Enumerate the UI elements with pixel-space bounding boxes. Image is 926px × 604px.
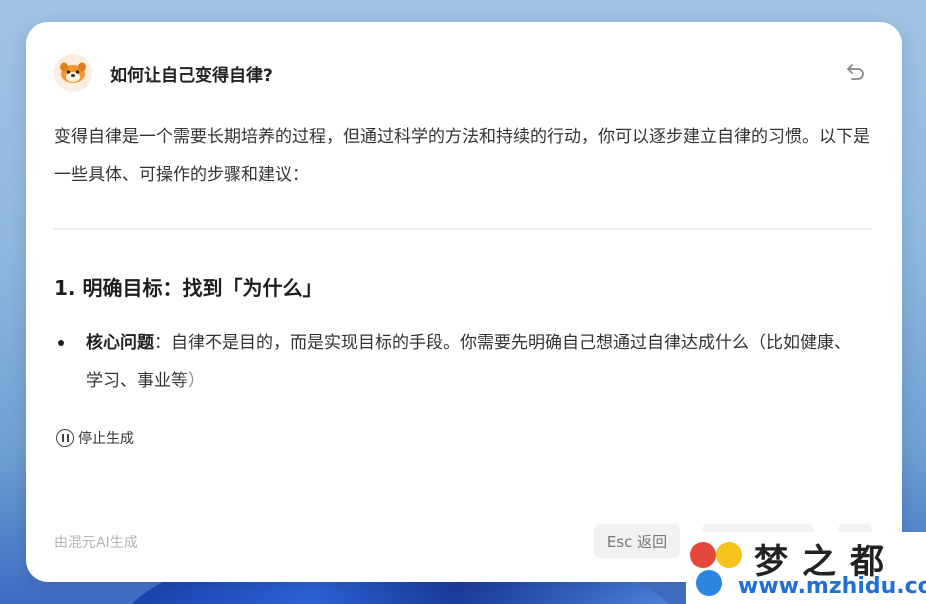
watermark-url: www.mzhidu.com [738, 574, 926, 599]
stop-generating-label: 停止生成 [78, 431, 134, 447]
undo-icon[interactable] [844, 60, 868, 84]
intro-paragraph: 变得自律是一个需要长期培养的过程，但通过科学的方法和持续的行动，你可以逐步建立自… [54, 127, 870, 185]
site-watermark: 梦之都 www.mzhidu.com [686, 532, 926, 604]
answer-intro: 变得自律是一个需要长期培养的过程，但通过科学的方法和持续的行动，你可以逐步建立自… [54, 118, 880, 194]
bullet-streaming-text: 事业等） [137, 371, 205, 391]
bullet-dot [58, 340, 64, 346]
list-item: 核心问题：自律不是目的，而是实现目标的手段。你需要先明确自己想通过自律达成什么（… [58, 324, 884, 400]
stop-generating-button[interactable]: 停止生成 [56, 428, 134, 448]
ai-generated-note: 由混元AI生成 [54, 535, 138, 551]
bullet-separator: ： [154, 333, 171, 353]
esc-back-button[interactable]: Esc 返回 [594, 524, 680, 558]
bullet-text: 核心问题：自律不是目的，而是实现目标的手段。你需要先明确自己想通过自律达成什么（… [86, 324, 866, 400]
ai-answer-dialog: 如何让自己变得自律? 变得自律是一个需要长期培养的过程，但通过科学的方法和持续的… [26, 22, 902, 582]
hunyuan-dog-avatar-icon [54, 54, 92, 92]
pause-circle-icon [56, 429, 74, 447]
dialog-header: 如何让自己变得自律? [54, 54, 273, 92]
question-title: 如何让自己变得自律? [110, 65, 273, 86]
section-heading: 1. 明确目标：找到「为什么」 [54, 276, 323, 300]
bullet-label: 核心问题 [86, 333, 154, 353]
divider [54, 228, 872, 230]
